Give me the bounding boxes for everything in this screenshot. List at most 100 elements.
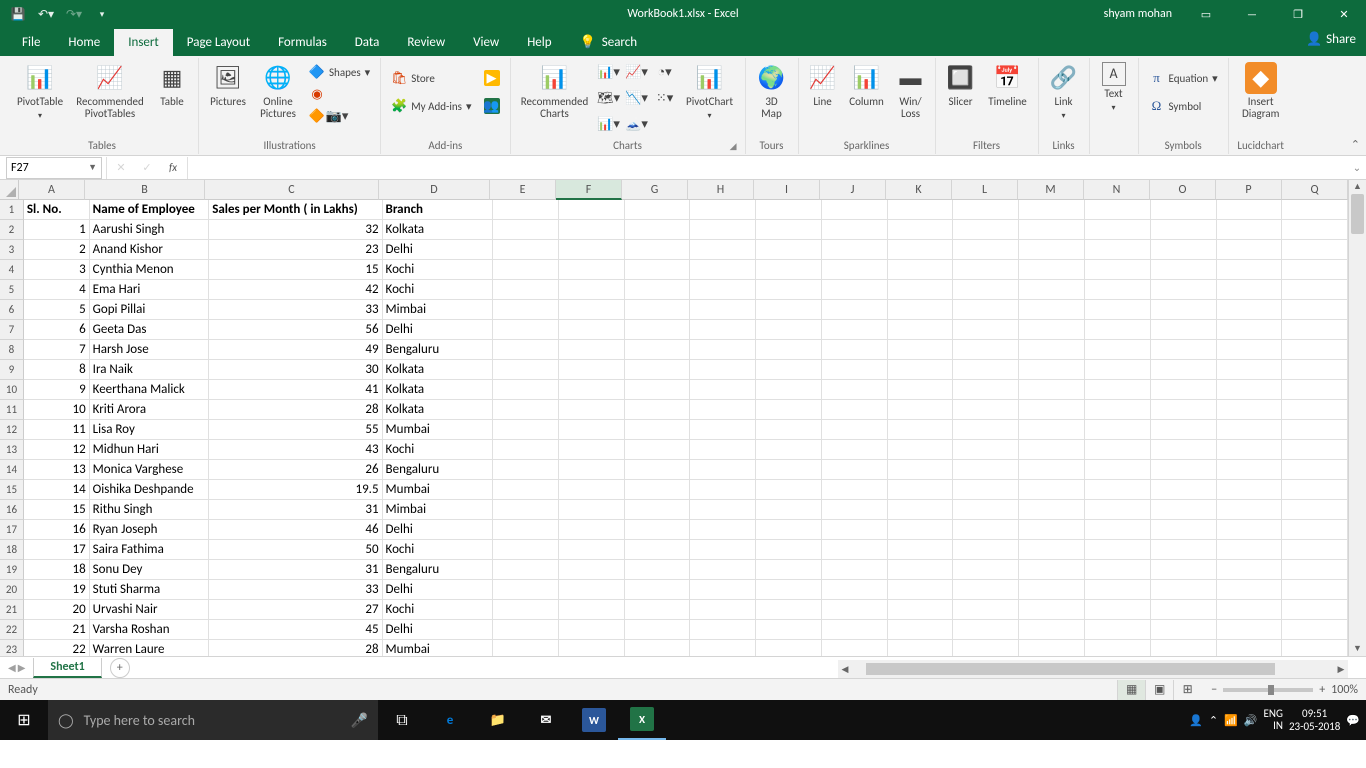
cell[interactable] — [822, 600, 888, 620]
pivotchart-button[interactable]: 📊PivotChart▾ — [681, 62, 739, 122]
cell[interactable] — [1282, 480, 1348, 500]
cell[interactable] — [1217, 500, 1283, 520]
cell[interactable] — [1282, 340, 1348, 360]
cell[interactable] — [1151, 380, 1217, 400]
cell[interactable] — [493, 580, 559, 600]
column-header[interactable]: J — [820, 180, 886, 200]
cell[interactable] — [559, 560, 625, 580]
row-header[interactable]: 20 — [0, 580, 24, 600]
cell[interactable] — [953, 200, 1019, 220]
online-pictures-button[interactable]: 🌐Online Pictures — [255, 62, 301, 120]
cell[interactable]: Keerthana Malick — [90, 380, 210, 400]
cell[interactable] — [1085, 260, 1151, 280]
cell[interactable] — [1085, 400, 1151, 420]
cell[interactable] — [1217, 220, 1283, 240]
cell[interactable] — [1019, 500, 1085, 520]
cell[interactable] — [559, 200, 625, 220]
cell[interactable] — [493, 200, 559, 220]
column-header[interactable]: Q — [1282, 180, 1348, 200]
cell[interactable] — [822, 420, 888, 440]
cell[interactable] — [690, 300, 756, 320]
cell[interactable] — [953, 640, 1019, 656]
clock[interactable]: 09:51 23-05-2018 — [1289, 707, 1340, 733]
cell[interactable]: Delhi — [383, 520, 494, 540]
column-header[interactable]: O — [1150, 180, 1216, 200]
cell[interactable]: 12 — [24, 440, 90, 460]
cell[interactable] — [493, 340, 559, 360]
cell[interactable] — [1282, 520, 1348, 540]
cell[interactable] — [1019, 520, 1085, 540]
cell[interactable] — [822, 280, 888, 300]
cell[interactable]: Mimbai — [383, 300, 494, 320]
scroll-up-icon[interactable]: ▲ — [1349, 180, 1366, 194]
cell[interactable]: 27 — [209, 600, 382, 620]
cell[interactable] — [1282, 540, 1348, 560]
hscroll-thumb[interactable] — [866, 663, 1275, 675]
cell[interactable] — [1217, 380, 1283, 400]
cell[interactable] — [1282, 220, 1348, 240]
cell[interactable]: 7 — [24, 340, 90, 360]
column-header[interactable]: C — [205, 180, 379, 200]
cell[interactable]: 45 — [209, 620, 382, 640]
timeline-button[interactable]: 📅Timeline — [984, 62, 1032, 108]
cell[interactable] — [559, 400, 625, 420]
row-header[interactable]: 9 — [0, 360, 24, 380]
volume-icon[interactable]: 🔊 — [1244, 714, 1258, 727]
icons-button[interactable]: ◉ — [305, 84, 374, 104]
cell[interactable] — [953, 580, 1019, 600]
tab-home[interactable]: Home — [54, 29, 114, 56]
link-button[interactable]: 🔗Link▾ — [1045, 62, 1083, 122]
cell[interactable] — [1151, 220, 1217, 240]
tell-me-search[interactable]: 💡Search — [566, 29, 652, 56]
row-header[interactable]: 17 — [0, 520, 24, 540]
store-button[interactable]: 🛍Store — [387, 68, 475, 88]
cell[interactable] — [953, 260, 1019, 280]
vertical-scrollbar[interactable]: ▲ ▼ — [1348, 180, 1366, 656]
column-header[interactable]: K — [886, 180, 952, 200]
cell[interactable] — [493, 520, 559, 540]
cell[interactable] — [1151, 500, 1217, 520]
text-button[interactable]: AText▾ — [1096, 62, 1132, 114]
cell[interactable]: Monica Varghese — [90, 460, 210, 480]
row-header[interactable]: 4 — [0, 260, 24, 280]
cell[interactable] — [625, 240, 691, 260]
cell[interactable] — [756, 500, 822, 520]
equation-button[interactable]: πEquation ▾ — [1145, 68, 1222, 88]
cell[interactable] — [1151, 300, 1217, 320]
cell[interactable] — [888, 580, 954, 600]
cell[interactable] — [1085, 460, 1151, 480]
cell[interactable]: 49 — [209, 340, 382, 360]
input-region[interactable]: IN — [1264, 720, 1283, 732]
cell[interactable] — [493, 220, 559, 240]
tab-view[interactable]: View — [459, 29, 513, 56]
cell[interactable] — [625, 540, 691, 560]
sparkline-line-button[interactable]: 📈Line — [805, 62, 841, 108]
cell[interactable] — [1019, 380, 1085, 400]
cell[interactable] — [625, 300, 691, 320]
cell[interactable] — [559, 440, 625, 460]
cell[interactable]: 43 — [209, 440, 382, 460]
cell[interactable] — [559, 380, 625, 400]
fx-icon[interactable]: fx — [163, 161, 183, 174]
column-header[interactable]: E — [490, 180, 556, 200]
sparkline-column-button[interactable]: 📊Column — [845, 62, 889, 108]
cell[interactable]: Sl. No. — [24, 200, 90, 220]
cell[interactable] — [888, 200, 954, 220]
cell[interactable] — [1282, 320, 1348, 340]
zoom-slider[interactable] — [1223, 688, 1313, 692]
cell[interactable]: Kolkata — [383, 220, 494, 240]
cell[interactable] — [559, 580, 625, 600]
cell[interactable] — [1217, 320, 1283, 340]
row-header[interactable]: 18 — [0, 540, 24, 560]
cell[interactable] — [1282, 460, 1348, 480]
cell[interactable]: 20 — [24, 600, 90, 620]
horizontal-scrollbar[interactable]: ◀ ▶ — [838, 660, 1348, 678]
tab-page-layout[interactable]: Page Layout — [173, 29, 264, 56]
cell[interactable] — [625, 620, 691, 640]
cell[interactable] — [1085, 540, 1151, 560]
cell[interactable]: Saira Fathima — [90, 540, 210, 560]
cell[interactable] — [756, 520, 822, 540]
cell[interactable] — [1151, 540, 1217, 560]
cell[interactable]: Mumbai — [383, 420, 494, 440]
cell[interactable] — [1085, 520, 1151, 540]
